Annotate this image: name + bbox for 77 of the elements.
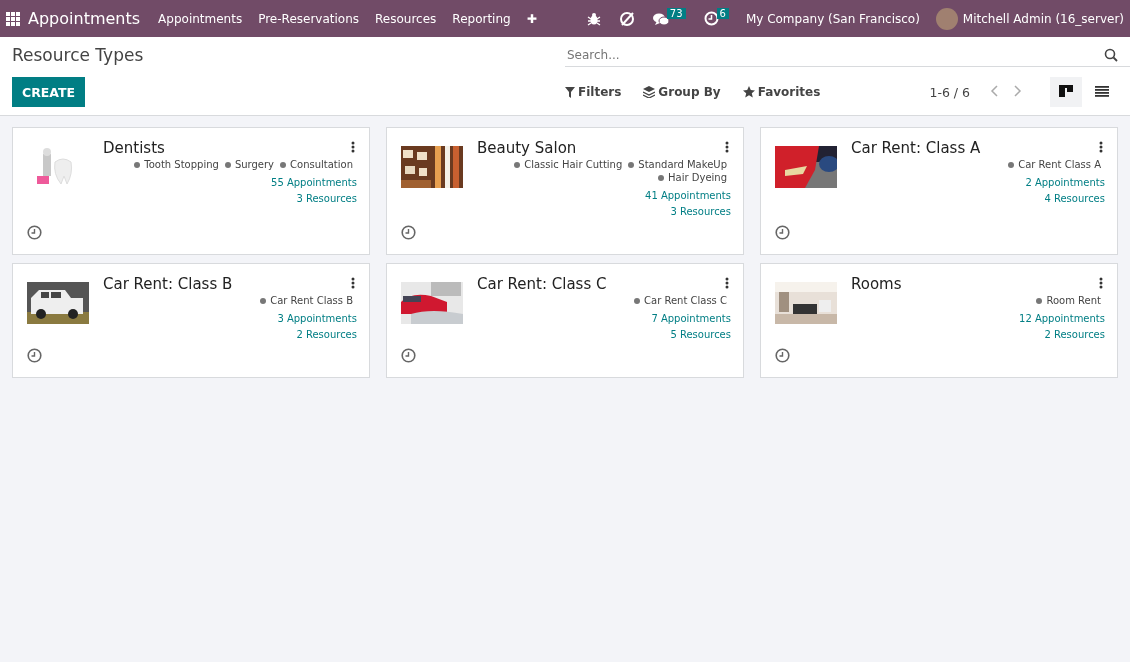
add-menu-item[interactable]: ✚ bbox=[518, 11, 545, 26]
clock-icon[interactable] bbox=[27, 225, 42, 240]
tag-dot bbox=[134, 161, 141, 168]
resources-link[interactable]: 3 Resources bbox=[670, 206, 731, 217]
tag-label: Surgery bbox=[234, 159, 275, 170]
tag-dot bbox=[224, 161, 231, 168]
clock-icon[interactable] bbox=[27, 348, 42, 363]
kebab-menu-icon[interactable] bbox=[351, 277, 355, 289]
kebab-menu-icon[interactable] bbox=[1099, 277, 1103, 289]
star-icon bbox=[742, 86, 755, 98]
kebab-menu-icon[interactable] bbox=[725, 141, 729, 153]
card-title[interactable]: Car Rent: Class C bbox=[477, 275, 723, 293]
resources-link[interactable]: 2 Resources bbox=[296, 329, 357, 340]
card-title[interactable]: Dentists bbox=[103, 139, 349, 157]
kanban-view-button[interactable] bbox=[1050, 77, 1082, 107]
tag-label: Car Rent Class B bbox=[270, 295, 353, 306]
tag-dot bbox=[280, 161, 287, 168]
card-title[interactable]: Car Rent: Class A bbox=[851, 139, 1097, 157]
appointments-link[interactable]: 2 Appointments bbox=[1025, 177, 1105, 188]
appointments-link[interactable]: 55 Appointments bbox=[271, 177, 357, 188]
messages-icon[interactable] bbox=[652, 11, 669, 26]
tag-dot bbox=[514, 161, 521, 168]
search-icon[interactable] bbox=[1104, 48, 1118, 62]
tag-dot bbox=[658, 174, 665, 181]
tag-dot bbox=[260, 297, 267, 304]
list-icon bbox=[1095, 86, 1109, 98]
tag-label: Consultation bbox=[290, 159, 353, 170]
tag-dot bbox=[634, 297, 641, 304]
group-by-button[interactable]: Group By bbox=[643, 85, 721, 99]
appointments-link[interactable]: 7 Appointments bbox=[651, 313, 731, 324]
card-title[interactable]: Rooms bbox=[851, 275, 1097, 293]
user-menu[interactable]: Mitchell Admin (16_server) bbox=[962, 11, 1124, 26]
company-switcher[interactable]: My Company (San Francisco) bbox=[737, 11, 928, 26]
filter-icon bbox=[565, 86, 575, 98]
tag-dot bbox=[1008, 161, 1015, 168]
search-field[interactable]: Search... bbox=[565, 43, 1130, 67]
page-title: Resource Types bbox=[12, 45, 145, 65]
tag-label: Tooth Stopping bbox=[144, 159, 219, 170]
pager-value[interactable]: 1-6 / 6 bbox=[929, 84, 970, 100]
kebab-menu-icon[interactable] bbox=[725, 277, 729, 289]
kebab-menu-icon[interactable] bbox=[1099, 141, 1103, 153]
card-title[interactable]: Beauty Salon bbox=[477, 139, 723, 157]
tag-label: Car Rent Class A bbox=[1018, 159, 1101, 170]
appointments-link[interactable]: 3 Appointments bbox=[277, 313, 357, 324]
menu-item[interactable]: Reporting bbox=[444, 11, 519, 26]
kanban-icon bbox=[1059, 85, 1073, 99]
tag-label: Car Rent Class C bbox=[644, 295, 727, 306]
menu-item[interactable]: Appointments bbox=[150, 11, 251, 26]
appointments-link[interactable]: 12 Appointments bbox=[1019, 313, 1105, 324]
favorites-button[interactable]: Favorites bbox=[742, 85, 821, 99]
create-button[interactable]: CREATE bbox=[12, 77, 86, 107]
layers-icon bbox=[643, 86, 656, 98]
appointments-link[interactable]: 41 Appointments bbox=[645, 190, 731, 201]
tag-label: Hair Dyeing bbox=[668, 172, 727, 183]
clock-icon[interactable] bbox=[401, 225, 416, 240]
tag-label: Classic Hair Cutting bbox=[524, 159, 623, 170]
clock-icon[interactable] bbox=[775, 225, 790, 240]
apps-menu-icon[interactable] bbox=[6, 11, 20, 26]
tag-dot bbox=[1036, 297, 1043, 304]
tag-dot bbox=[628, 161, 635, 168]
app-title[interactable]: Appointments bbox=[28, 9, 141, 28]
card-title[interactable]: Car Rent: Class B bbox=[103, 275, 349, 293]
activity-count-badge: 6 bbox=[716, 8, 729, 19]
resources-link[interactable]: 2 Resources bbox=[1044, 329, 1105, 340]
tag-label: Standard MakeUp bbox=[638, 159, 727, 170]
kebab-menu-icon[interactable] bbox=[351, 141, 355, 153]
menu-item[interactable]: Pre-Reservations bbox=[250, 11, 368, 26]
clock-icon[interactable] bbox=[775, 348, 790, 363]
resources-link[interactable]: 3 Resources bbox=[296, 193, 357, 204]
resources-link[interactable]: 4 Resources bbox=[1044, 193, 1105, 204]
resources-link[interactable]: 5 Resources bbox=[670, 329, 731, 340]
tag-label: Room Rent bbox=[1046, 295, 1101, 306]
clock-icon[interactable] bbox=[401, 348, 416, 363]
bug-icon[interactable] bbox=[586, 11, 601, 26]
menu-item[interactable]: Resources bbox=[367, 11, 445, 26]
message-count-badge: 73 bbox=[666, 8, 686, 19]
filters-button[interactable]: Filters bbox=[565, 85, 622, 99]
